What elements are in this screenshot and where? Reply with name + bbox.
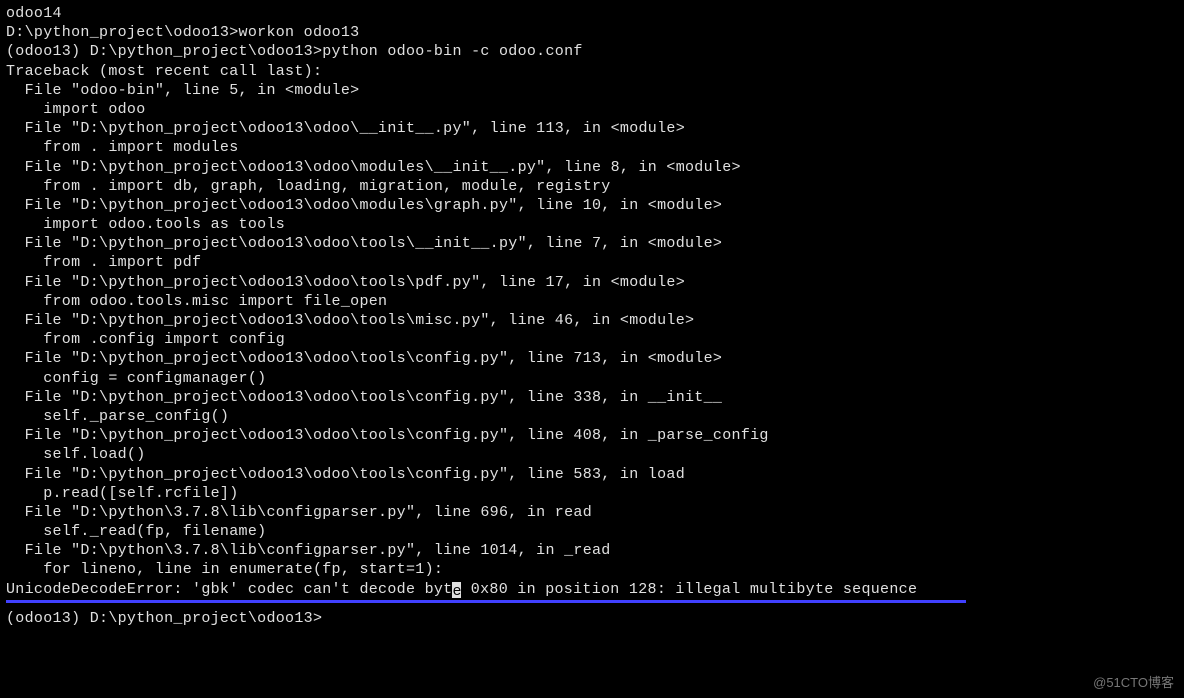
error-text-before: UnicodeDecodeError: 'gbk' codec can't de…	[6, 581, 452, 598]
error-line: UnicodeDecodeError: 'gbk' codec can't de…	[6, 580, 1178, 599]
terminal-line: from . import pdf	[6, 253, 1178, 272]
terminal-line: File "D:\python_project\odoo13\odoo\tool…	[6, 234, 1178, 253]
terminal-line: config = configmanager()	[6, 369, 1178, 388]
prompt-line[interactable]: (odoo13) D:\python_project\odoo13>	[6, 609, 1178, 628]
underline-annotation	[6, 600, 966, 603]
terminal-line: File "D:\python_project\odoo13\odoo\tool…	[6, 426, 1178, 445]
terminal-line: File "odoo-bin", line 5, in <module>	[6, 81, 1178, 100]
terminal-line: from . import db, graph, loading, migrat…	[6, 177, 1178, 196]
terminal-line: D:\python_project\odoo13>workon odoo13	[6, 23, 1178, 42]
terminal-title: odoo14	[6, 4, 1178, 23]
terminal-line: (odoo13) D:\python_project\odoo13>python…	[6, 42, 1178, 61]
terminal-line: for lineno, line in enumerate(fp, start=…	[6, 560, 1178, 579]
terminal-line: File "D:\python_project\odoo13\odoo\tool…	[6, 388, 1178, 407]
terminal-line: File "D:\python_project\odoo13\odoo\__in…	[6, 119, 1178, 138]
terminal-line: from .config import config	[6, 330, 1178, 349]
terminal-line: self._parse_config()	[6, 407, 1178, 426]
terminal-line: import odoo	[6, 100, 1178, 119]
terminal-line: from . import modules	[6, 138, 1178, 157]
terminal-line: File "D:\python\3.7.8\lib\configparser.p…	[6, 503, 1178, 522]
terminal-line: File "D:\python_project\odoo13\odoo\tool…	[6, 465, 1178, 484]
terminal-line: File "D:\python\3.7.8\lib\configparser.p…	[6, 541, 1178, 560]
terminal-line: File "D:\python_project\odoo13\odoo\modu…	[6, 158, 1178, 177]
terminal-line: self.load()	[6, 445, 1178, 464]
terminal-line: File "D:\python_project\odoo13\odoo\tool…	[6, 349, 1178, 368]
terminal-line: File "D:\python_project\odoo13\odoo\tool…	[6, 273, 1178, 292]
terminal-line: File "D:\python_project\odoo13\odoo\modu…	[6, 196, 1178, 215]
error-text-after: 0x80 in position 128: illegal multibyte …	[461, 581, 917, 598]
terminal-line: import odoo.tools as tools	[6, 215, 1178, 234]
terminal-line: File "D:\python_project\odoo13\odoo\tool…	[6, 311, 1178, 330]
terminal-line: self._read(fp, filename)	[6, 522, 1178, 541]
watermark: @51CTO博客	[1093, 675, 1174, 692]
terminal-line: from odoo.tools.misc import file_open	[6, 292, 1178, 311]
terminal-line: Traceback (most recent call last):	[6, 62, 1178, 81]
terminal-line: p.read([self.rcfile])	[6, 484, 1178, 503]
